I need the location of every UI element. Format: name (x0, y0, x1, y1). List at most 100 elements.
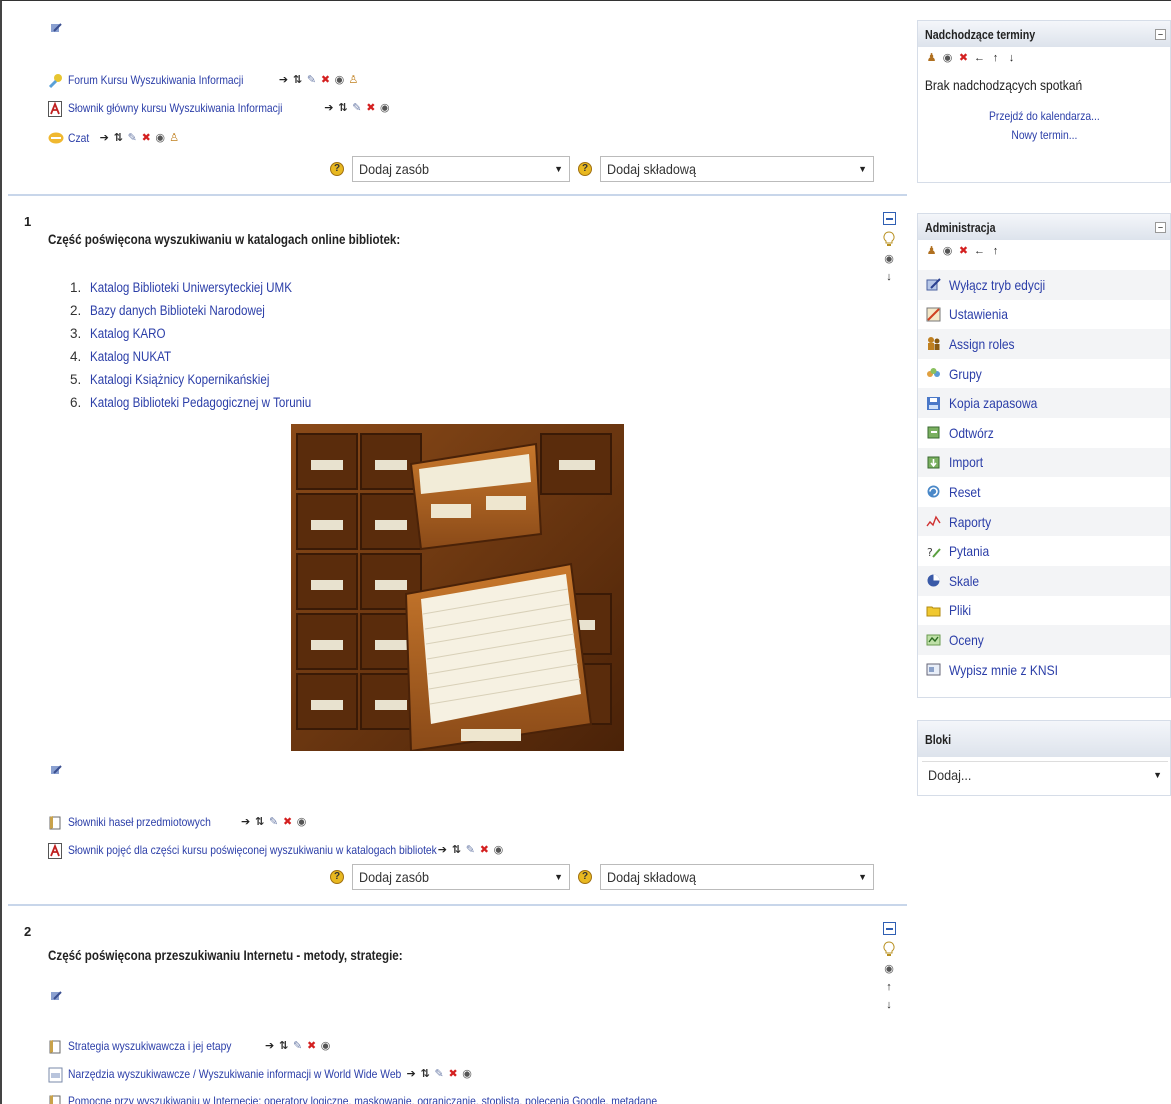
delete-icon[interactable]: ✖ (282, 816, 293, 828)
indent-right-icon[interactable]: ➔ (99, 132, 110, 144)
catalog-link[interactable]: Katalog Biblioteki Pedagogicznej w Torun… (90, 391, 311, 414)
edit-summary-icon[interactable] (50, 22, 65, 37)
help-icon[interactable]: ? (578, 162, 592, 176)
admin-item[interactable]: Ustawienia (918, 300, 1170, 330)
move-left-icon[interactable]: ← (974, 52, 985, 64)
move-down-icon[interactable]: ↓ (884, 999, 895, 1011)
collapse-block-icon[interactable]: – (1155, 221, 1166, 233)
delete-icon[interactable]: ✖ (479, 844, 490, 856)
delete-icon[interactable]: ✖ (306, 1040, 317, 1052)
admin-item[interactable]: Pliki (918, 596, 1170, 626)
admin-item[interactable]: Import (918, 447, 1170, 478)
move-up-icon[interactable]: ↑ (990, 245, 1001, 257)
add-block-select[interactable]: Dodaj... ▼ (922, 761, 1168, 787)
collapse-block-icon[interactable]: – (1155, 28, 1166, 40)
indent-right-icon[interactable]: ➔ (264, 1040, 275, 1052)
admin-item[interactable]: Reset (918, 477, 1170, 507)
edit-summary-icon[interactable] (50, 764, 65, 779)
add-activity-select[interactable]: Dodaj składową ▼ (600, 156, 874, 182)
edit-icon[interactable]: ✎ (127, 132, 138, 144)
move-left-icon[interactable]: ← (974, 245, 985, 257)
activity-link[interactable]: Czat (68, 131, 89, 145)
move-icon[interactable]: ⇅ (337, 102, 348, 114)
visibility-icon[interactable]: ◉ (320, 1040, 331, 1052)
roles-icon[interactable]: ♟ (926, 52, 937, 64)
indent-right-icon[interactable]: ➔ (437, 844, 448, 856)
admin-item[interactable]: ? Pytania (918, 536, 1170, 566)
move-icon[interactable]: ⇅ (113, 132, 124, 144)
admin-item[interactable]: Skale (918, 565, 1170, 596)
help-icon[interactable]: ? (330, 162, 344, 176)
highlight-icon[interactable] (883, 941, 895, 957)
move-icon[interactable]: ⇅ (420, 1068, 431, 1080)
admin-item[interactable]: Odtwórz (918, 418, 1170, 448)
visibility-icon[interactable]: ◉ (462, 1068, 473, 1080)
indent-right-icon[interactable]: ➔ (323, 102, 334, 114)
edit-icon[interactable]: ✎ (351, 102, 362, 114)
group-mode-icon[interactable]: ♙ (169, 132, 180, 144)
activity-link[interactable]: Forum Kursu Wyszukiwania Informacji (68, 73, 243, 87)
edit-icon[interactable]: ✎ (465, 844, 476, 856)
edit-icon[interactable]: ✎ (268, 816, 279, 828)
admin-item[interactable]: Oceny (918, 625, 1170, 655)
move-icon[interactable]: ⇅ (292, 74, 303, 86)
add-resource-select[interactable]: Dodaj zasób ▼ (352, 864, 570, 890)
admin-item[interactable]: Wyłącz tryb edycji (918, 270, 1170, 300)
admin-item[interactable]: Wypisz mnie z KNSI (918, 655, 1170, 685)
move-down-icon[interactable]: ↓ (884, 271, 895, 283)
edit-summary-icon[interactable] (50, 990, 65, 1005)
catalog-link[interactable]: Katalog NUKAT (90, 345, 171, 368)
roles-icon[interactable]: ♟ (926, 245, 937, 257)
delete-icon[interactable]: ✖ (141, 132, 152, 144)
move-icon[interactable]: ⇅ (254, 816, 265, 828)
admin-item[interactable]: Assign roles (918, 329, 1170, 359)
move-icon[interactable]: ⇅ (451, 844, 462, 856)
catalog-link[interactable]: Katalog Biblioteki Uniwersyteckiej UMK (90, 276, 292, 299)
edit-icon[interactable]: ✎ (306, 74, 317, 86)
add-activity-select[interactable]: Dodaj składową ▼ (600, 864, 874, 890)
group-mode-icon[interactable]: ♙ (348, 74, 359, 86)
admin-item[interactable]: Raporty (918, 506, 1170, 537)
visibility-icon[interactable]: ◉ (155, 132, 166, 144)
delete-icon[interactable]: ✖ (958, 52, 969, 64)
admin-item[interactable]: Kopia zapasowa (918, 388, 1170, 418)
edit-icon[interactable]: ✎ (434, 1068, 445, 1080)
visibility-icon[interactable]: ◉ (942, 52, 953, 64)
visibility-icon[interactable]: ◉ (884, 253, 895, 265)
activity-link[interactable]: Narzędzia wyszukiwawcze / Wyszukiwanie i… (68, 1067, 401, 1081)
move-down-icon[interactable]: ↓ (1006, 52, 1017, 64)
help-icon[interactable]: ? (578, 870, 592, 884)
help-icon[interactable]: ? (330, 870, 344, 884)
activity-link[interactable]: Strategia wyszukiwawcza i jej etapy (68, 1039, 231, 1053)
indent-right-icon[interactable]: ➔ (406, 1068, 417, 1080)
visibility-icon[interactable]: ◉ (296, 816, 307, 828)
indent-right-icon[interactable]: ➔ (278, 74, 289, 86)
visibility-icon[interactable]: ◉ (334, 74, 345, 86)
visibility-icon[interactable]: ◉ (493, 844, 504, 856)
move-up-icon[interactable]: ↑ (884, 981, 895, 993)
move-up-icon[interactable]: ↑ (990, 52, 1001, 64)
catalog-link[interactable]: Katalogi Książnicy Kopernikańskiej (90, 368, 269, 391)
activity-link[interactable]: Pomocne przy wyszukiwaniu w Internecie: … (68, 1094, 657, 1104)
highlight-icon[interactable] (883, 231, 895, 247)
catalog-link[interactable]: Bazy danych Biblioteki Narodowej (90, 299, 265, 322)
delete-icon[interactable]: ✖ (448, 1068, 459, 1080)
collapse-section-icon[interactable] (882, 922, 896, 935)
catalog-link[interactable]: Katalog KARO (90, 322, 166, 345)
delete-icon[interactable]: ✖ (320, 74, 331, 86)
delete-icon[interactable]: ✖ (958, 245, 969, 257)
activity-link[interactable]: Słownik główny kursu Wyszukiwania Inform… (68, 101, 282, 115)
delete-icon[interactable]: ✖ (365, 102, 376, 114)
activity-link[interactable]: Słownik pojęć dla części kursu poświęcon… (68, 843, 437, 857)
edit-icon[interactable]: ✎ (292, 1040, 303, 1052)
indent-right-icon[interactable]: ➔ (240, 816, 251, 828)
new-event-link[interactable]: Nowy termin... (1011, 126, 1077, 145)
activity-link[interactable]: Słowniki haseł przedmiotowych (68, 815, 211, 829)
go-to-calendar-link[interactable]: Przejdź do kalendarza... (989, 107, 1100, 126)
admin-item[interactable]: Grupy (918, 359, 1170, 389)
visibility-icon[interactable]: ◉ (884, 963, 895, 975)
visibility-icon[interactable]: ◉ (379, 102, 390, 114)
collapse-section-icon[interactable] (882, 212, 896, 225)
visibility-icon[interactable]: ◉ (942, 245, 953, 257)
add-resource-select[interactable]: Dodaj zasób ▼ (352, 156, 570, 182)
